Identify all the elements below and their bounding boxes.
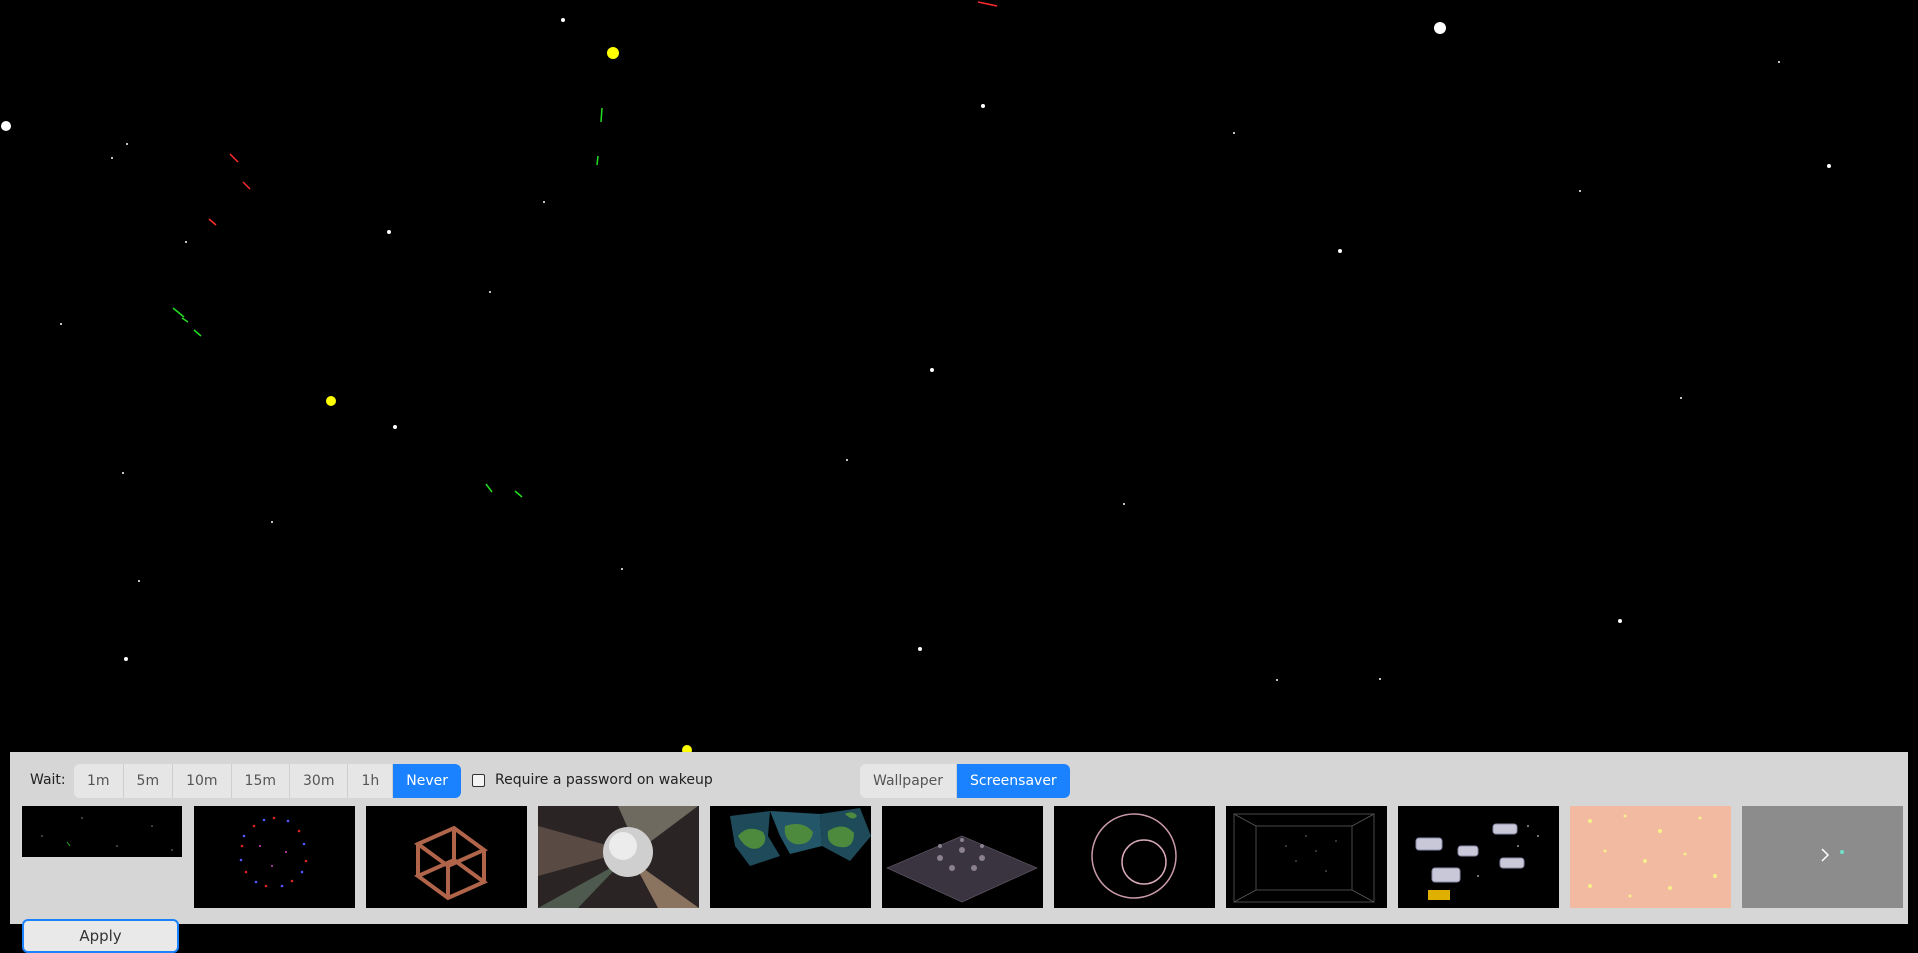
thumbnail-next[interactable]	[1742, 806, 1903, 908]
wait-option-10m[interactable]: 10m	[173, 764, 232, 798]
wait-option-30m[interactable]: 30m	[290, 764, 349, 798]
thumbnail-spaceships[interactable]	[1398, 806, 1559, 908]
thumbnail-wire-box[interactable]	[1226, 806, 1387, 908]
wait-selector: 1m 5m 10m 15m 30m 1h Never	[74, 764, 461, 798]
wait-label: Wait:	[30, 772, 66, 788]
apply-button[interactable]: Apply	[22, 919, 179, 953]
mode-screensaver[interactable]: Screensaver	[957, 764, 1070, 798]
stars	[1, 18, 1831, 681]
mode-wallpaper[interactable]: Wallpaper	[860, 764, 958, 798]
thumbnail-starfield[interactable]	[22, 806, 182, 857]
password-checkbox[interactable]	[472, 773, 485, 787]
screensaver-settings-panel: Wait: 1m 5m 10m 15m 30m 1h Never Require…	[10, 752, 1908, 953]
thumbnail-particle-ring[interactable]	[194, 806, 355, 908]
password-label: Require a password on wakeup	[495, 772, 713, 788]
thumbnail-pastel-dots[interactable]	[1570, 806, 1731, 908]
wait-option-5m[interactable]: 5m	[123, 764, 174, 798]
settings-row: Wait: 1m 5m 10m 15m 30m 1h Never Require…	[10, 764, 1908, 798]
thumbnail-mirror-ball[interactable]	[538, 806, 699, 908]
green-streaks	[172, 107, 603, 498]
red-streaks	[208, 1, 998, 226]
thumbnail-circles[interactable]	[1054, 806, 1215, 908]
wait-option-15m[interactable]: 15m	[231, 764, 290, 798]
thumbnail-grid-plane[interactable]	[882, 806, 1043, 908]
yellow-stars	[326, 47, 692, 755]
wait-option-1h[interactable]: 1h	[348, 764, 394, 798]
mode-selector: Wallpaper Screensaver	[860, 764, 1070, 798]
password-option[interactable]: Require a password on wakeup	[472, 772, 713, 788]
wait-option-never[interactable]: Never	[393, 764, 461, 798]
wait-option-1m[interactable]: 1m	[74, 764, 124, 798]
screensaver-thumbnails: Apply	[10, 806, 1908, 953]
thumbnail-globe-map[interactable]	[710, 806, 871, 908]
thumbnail-wire-cube[interactable]	[366, 806, 527, 908]
